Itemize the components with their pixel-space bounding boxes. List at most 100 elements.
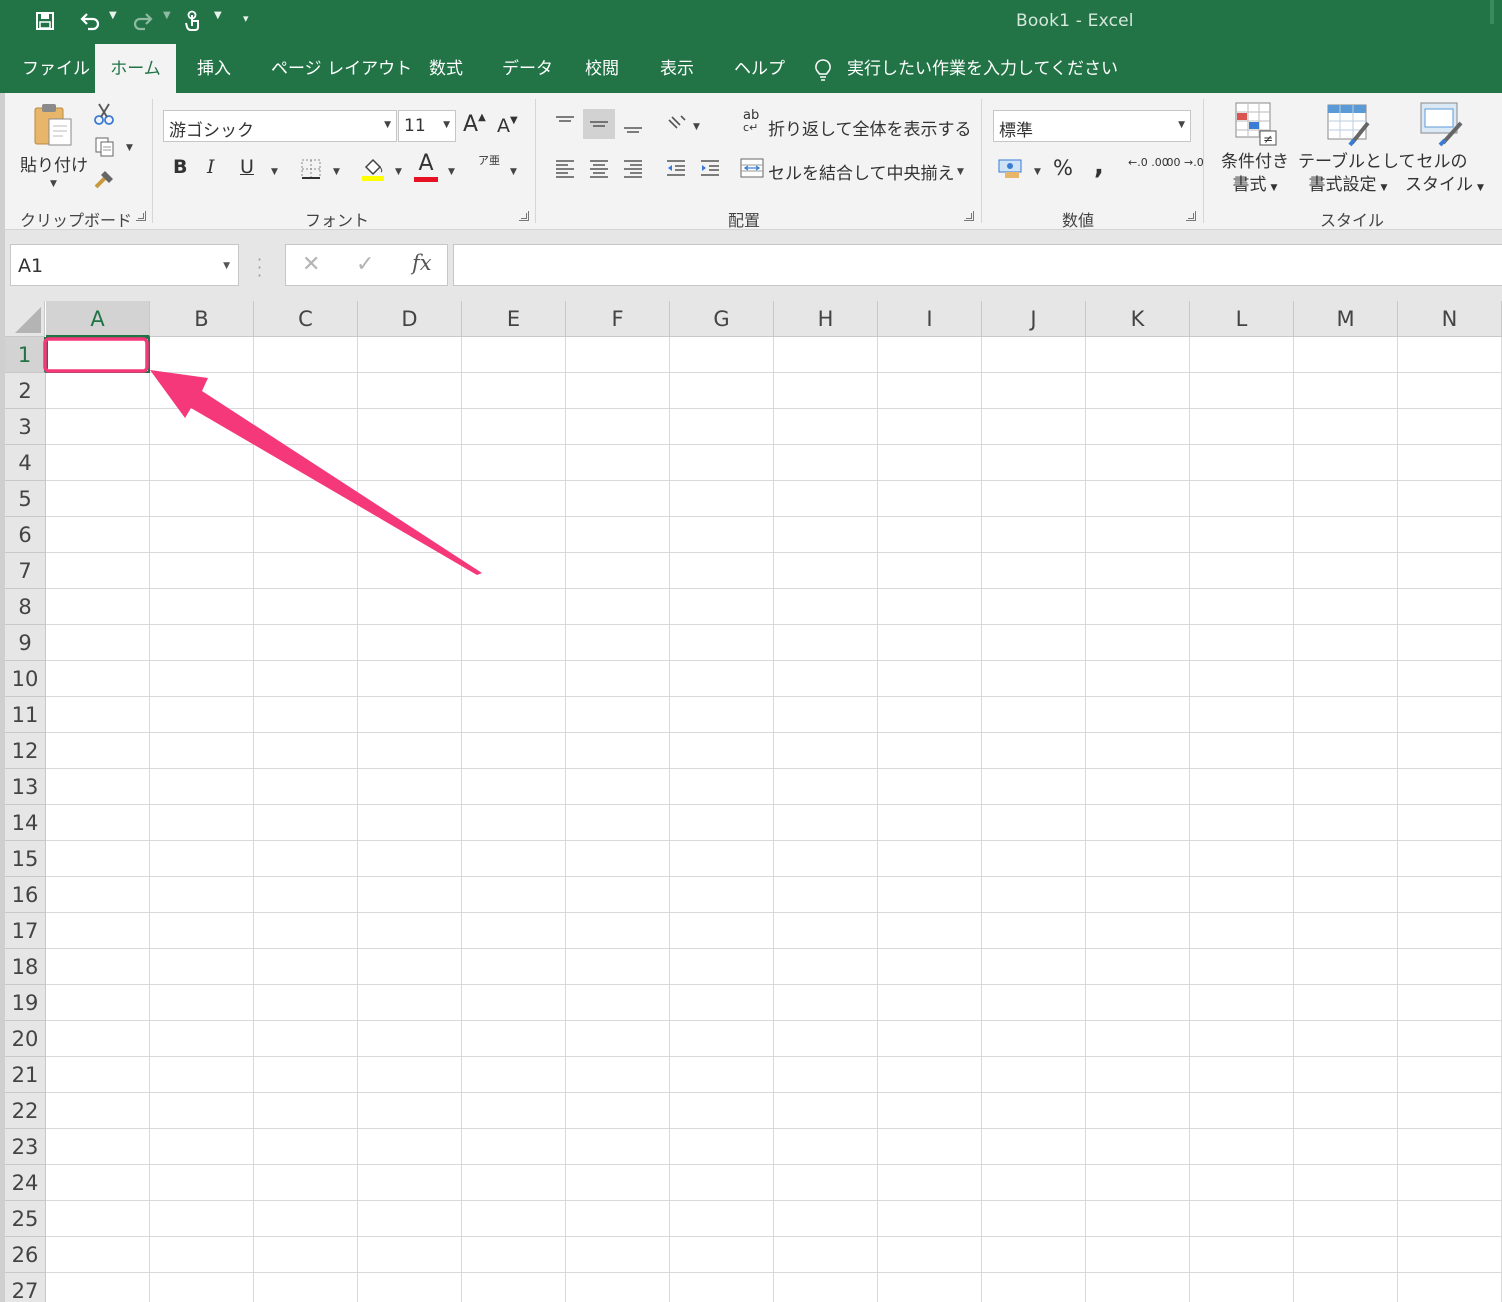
column-header-a[interactable]: A: [46, 301, 150, 337]
merge-dropdown-icon[interactable]: ▼: [957, 167, 964, 177]
row-header-8[interactable]: 8: [5, 589, 46, 625]
align-right-icon[interactable]: [619, 153, 647, 183]
bold-button[interactable]: B: [173, 156, 187, 178]
row-header-15[interactable]: 15: [5, 841, 46, 877]
copy-icon[interactable]: [93, 135, 117, 159]
format-as-table-icon[interactable]: [1324, 101, 1374, 147]
format-painter-icon[interactable]: [92, 167, 118, 191]
font-color-dropdown-icon[interactable]: ▼: [448, 167, 455, 177]
row-header-19[interactable]: 19: [5, 985, 46, 1021]
column-header-k[interactable]: K: [1086, 301, 1190, 337]
shrink-font-button[interactable]: A▼: [497, 115, 518, 137]
worksheet-grid[interactable]: ABCDEFGHIJKLMN 1 2 3 4 5 6 7 8 9 10 11 12 13 14 15 16 17…: [5, 301, 1502, 1302]
column-header-j[interactable]: J: [982, 301, 1086, 337]
paste-label[interactable]: 貼り付け: [20, 151, 88, 176]
grow-font-button[interactable]: A▲: [463, 112, 486, 137]
decrease-indent-icon[interactable]: [662, 153, 690, 183]
alignment-launcher-icon[interactable]: [964, 211, 974, 221]
underline-dropdown-icon[interactable]: ▼: [271, 167, 278, 177]
tab-file[interactable]: ファイル: [20, 44, 92, 93]
percent-style-button[interactable]: %: [1053, 156, 1073, 180]
tab-data[interactable]: データ: [500, 44, 555, 93]
tab-formulas[interactable]: 数式: [427, 44, 465, 93]
row-header-17[interactable]: 17: [5, 913, 46, 949]
row-header-10[interactable]: 10: [5, 661, 46, 697]
cell-styles-icon[interactable]: [1416, 99, 1466, 147]
row-header-21[interactable]: 21: [5, 1057, 46, 1093]
tab-view[interactable]: 表示: [658, 44, 696, 93]
underline-button[interactable]: U: [240, 156, 254, 178]
column-header-c[interactable]: C: [254, 301, 358, 337]
number-format-select[interactable]: 標準 ▼: [993, 110, 1191, 142]
column-header-g[interactable]: G: [670, 301, 774, 337]
font-launcher-icon[interactable]: [519, 211, 529, 221]
cancel-icon[interactable]: ✕: [302, 252, 320, 277]
row-header-27[interactable]: 27: [5, 1273, 46, 1302]
fill-color-dropdown-icon[interactable]: ▼: [395, 167, 402, 177]
row-header-16[interactable]: 16: [5, 877, 46, 913]
phonetic-guide-button[interactable]: ア亜: [478, 155, 500, 166]
row-header-20[interactable]: 20: [5, 1021, 46, 1057]
row-header-24[interactable]: 24: [5, 1165, 46, 1201]
increase-decimal-button[interactable]: ←.0 .00: [1128, 157, 1169, 168]
row-header-6[interactable]: 6: [5, 517, 46, 553]
tab-page-layout[interactable]: ページ レイアウト: [269, 44, 414, 93]
row-header-12[interactable]: 12: [5, 733, 46, 769]
select-all-button[interactable]: [5, 301, 45, 337]
touch-dropdown-icon[interactable]: ▼: [214, 10, 222, 21]
wrap-text-icon[interactable]: ab c↵: [743, 109, 763, 134]
row-header-23[interactable]: 23: [5, 1129, 46, 1165]
tell-me-search[interactable]: 実行したい作業を入力してください: [847, 44, 1118, 93]
column-header-h[interactable]: H: [774, 301, 878, 337]
customize-qat-icon[interactable]: ▾: [243, 12, 249, 25]
borders-icon[interactable]: [299, 157, 323, 181]
tab-home[interactable]: ホーム: [95, 44, 176, 93]
paste-dropdown-icon[interactable]: ▼: [50, 179, 57, 189]
merge-center-icon[interactable]: [740, 157, 764, 179]
row-header-4[interactable]: 4: [5, 445, 46, 481]
tab-insert[interactable]: 挿入: [195, 44, 233, 93]
align-bottom-icon[interactable]: [619, 109, 647, 139]
column-header-d[interactable]: D: [358, 301, 462, 337]
tab-review[interactable]: 校閲: [583, 44, 621, 93]
orientation-icon[interactable]: [664, 111, 690, 137]
redo-dropdown-icon[interactable]: ▼: [163, 10, 171, 21]
align-middle-icon[interactable]: [583, 109, 615, 139]
align-top-icon[interactable]: [551, 109, 579, 139]
active-cell-a1[interactable]: [46, 337, 150, 373]
merge-center-button[interactable]: セルを結合して中央揃え: [768, 159, 955, 184]
row-header-18[interactable]: 18: [5, 949, 46, 985]
formula-bar-grip-icon[interactable]: · · ·: [257, 252, 262, 284]
cell-styles-button[interactable]: セルの スタイル ▼: [1405, 151, 1484, 200]
row-header-26[interactable]: 26: [5, 1237, 46, 1273]
font-size-select[interactable]: 11 ▼: [398, 110, 456, 142]
align-center-icon[interactable]: [585, 153, 613, 183]
redo-icon[interactable]: [130, 8, 156, 34]
row-header-9[interactable]: 9: [5, 625, 46, 661]
accounting-dropdown-icon[interactable]: ▼: [1034, 167, 1041, 177]
row-header-13[interactable]: 13: [5, 769, 46, 805]
column-header-b[interactable]: B: [150, 301, 254, 337]
row-header-1[interactable]: 1: [5, 337, 46, 373]
copy-dropdown-icon[interactable]: ▼: [126, 143, 133, 153]
column-header-m[interactable]: M: [1294, 301, 1398, 337]
save-icon[interactable]: [32, 8, 58, 34]
comma-style-button[interactable]: ,: [1094, 151, 1104, 181]
tab-help[interactable]: ヘルプ: [732, 44, 787, 93]
undo-icon[interactable]: [76, 8, 104, 34]
decrease-decimal-button[interactable]: .00 →.0: [1163, 157, 1204, 168]
column-header-i[interactable]: I: [878, 301, 982, 337]
orientation-dropdown-icon[interactable]: ▼: [693, 122, 700, 132]
clipboard-launcher-icon[interactable]: [136, 211, 146, 221]
insert-function-button[interactable]: fx: [412, 251, 432, 275]
column-header-e[interactable]: E: [462, 301, 566, 337]
conditional-formatting-icon[interactable]: ≠: [1232, 101, 1280, 147]
paste-icon[interactable]: [28, 101, 78, 149]
touch-mode-icon[interactable]: [180, 8, 206, 34]
name-box[interactable]: A1 ▼: [10, 244, 239, 286]
italic-button[interactable]: I: [207, 156, 215, 178]
align-left-icon[interactable]: [551, 153, 579, 183]
undo-dropdown-icon[interactable]: ▼: [109, 10, 117, 21]
font-name-select[interactable]: 游ゴシック ▼: [163, 110, 397, 142]
borders-dropdown-icon[interactable]: ▼: [333, 167, 340, 177]
